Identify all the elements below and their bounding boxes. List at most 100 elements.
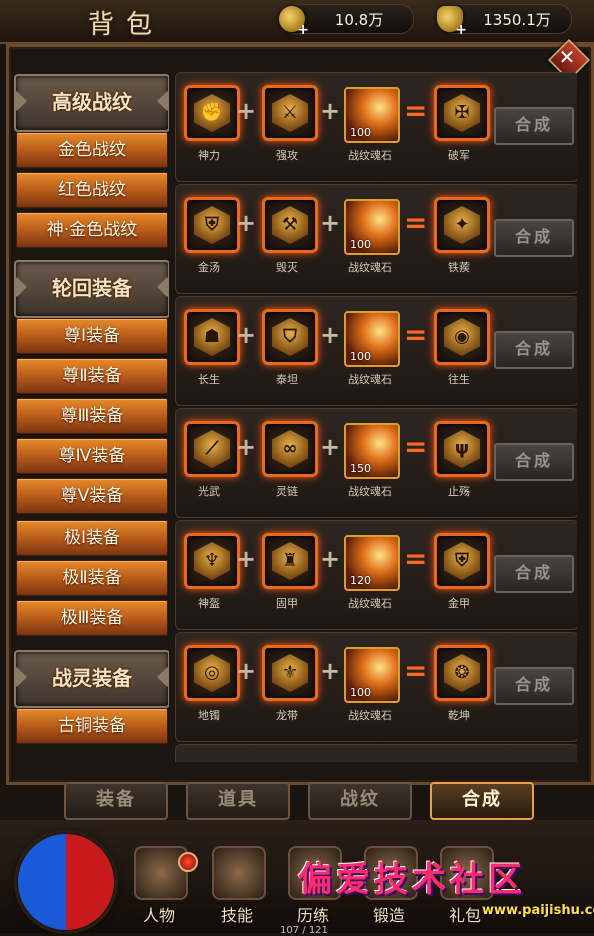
menu-item[interactable]: 尊Ⅳ装备 xyxy=(16,438,168,474)
tab-equipment[interactable]: 装备 xyxy=(64,782,168,820)
equals-icon: = xyxy=(404,654,428,687)
ingredient-label: 龙带 xyxy=(276,709,298,722)
category-header[interactable]: 战灵装备 xyxy=(14,650,169,708)
bag-tabs: 装备 道具 战纹 合成 xyxy=(0,778,594,820)
ingredient-slot[interactable]: ⟋ xyxy=(184,421,240,477)
ingredient-label: 长生 xyxy=(198,373,220,386)
exp-readout: 107 / 121 xyxy=(280,925,328,936)
synthesize-button[interactable]: 合成 xyxy=(494,443,574,481)
synthesize-button[interactable]: 合成 xyxy=(494,107,574,145)
nav-label: 锻造 xyxy=(372,906,405,925)
ingredient-slot[interactable]: ⛉ xyxy=(262,309,318,365)
result-slot[interactable]: ✠ xyxy=(434,85,490,141)
soul-stone-slot[interactable]: 150 xyxy=(344,423,400,479)
top-header: 背包 + 10.8万 + 1350.1万 xyxy=(0,0,594,44)
nav-label: 人物 xyxy=(142,906,175,925)
category-header[interactable]: 轮回装备 xyxy=(14,260,169,318)
recipe-row: ◎ + ⚜ + 100 = ❂ 地镯 龙带 战纹魂石 乾坤 合成 xyxy=(175,632,577,742)
rune-glyph: ⛨ xyxy=(205,214,219,235)
taiji-orb-icon[interactable] xyxy=(18,834,114,930)
synthesize-button[interactable]: 合成 xyxy=(494,331,574,369)
ingredient-slot[interactable]: ☗ xyxy=(184,309,240,365)
plus-icon: + xyxy=(320,209,341,237)
plus-icon: + xyxy=(236,321,257,349)
plus-icon: + xyxy=(236,97,257,125)
menu-item[interactable]: 极Ⅲ装备 xyxy=(16,600,168,636)
menu-item[interactable]: 极Ⅰ装备 xyxy=(16,520,168,556)
category-header[interactable]: 高级战纹 xyxy=(14,74,169,132)
result-slot[interactable]: ✦ xyxy=(434,197,490,253)
nav-label: 历练 xyxy=(296,906,329,925)
menu-item[interactable]: 神·金色战纹 xyxy=(16,212,168,248)
ingredient-label: 灵链 xyxy=(276,485,298,498)
ingredient-slot[interactable]: ✊ xyxy=(184,85,240,141)
result-label: 破军 xyxy=(448,149,470,162)
stone-qty: 150 xyxy=(350,462,371,475)
synthesize-button[interactable]: 合成 xyxy=(494,555,574,593)
menu-item[interactable]: 尊Ⅱ装备 xyxy=(16,358,168,394)
menu-item[interactable]: 极Ⅱ装备 xyxy=(16,560,168,596)
ingredient-slot[interactable]: ∞ xyxy=(262,421,318,477)
result-slot[interactable]: ◉ xyxy=(434,309,490,365)
equals-icon: = xyxy=(404,542,428,575)
watermark-text: 偏爱技术社区 xyxy=(298,860,526,900)
rune-glyph: ⚔ xyxy=(281,102,299,123)
recipe-row: ✊ + ⚔ + 100 = ✠ 神力 强攻 战纹魂石 破军 合成 xyxy=(175,72,577,182)
soul-stone-slot[interactable]: 100 xyxy=(344,199,400,255)
menu-item[interactable]: 红色战纹 xyxy=(16,172,168,208)
tab-synthesis[interactable]: 合成 xyxy=(430,782,534,820)
stone-qty: 120 xyxy=(350,574,371,587)
plus-icon: + xyxy=(236,209,257,237)
ingredient-slot[interactable]: ⚒ xyxy=(262,197,318,253)
result-label: 往生 xyxy=(448,373,470,386)
rune-glyph: ✠ xyxy=(454,102,470,123)
ingredient-slot[interactable]: ◎ xyxy=(184,645,240,701)
ingredient-slot[interactable]: ⚔ xyxy=(262,85,318,141)
stone-qty: 100 xyxy=(350,126,371,139)
equals-icon: = xyxy=(404,94,428,127)
menu-item[interactable]: 金色战纹 xyxy=(16,132,168,168)
plus-icon: + xyxy=(320,545,341,573)
rune-glyph: ✦ xyxy=(454,214,470,235)
menu-item[interactable]: 尊Ⅴ装备 xyxy=(16,478,168,514)
result-label: 止殇 xyxy=(448,485,470,498)
ingredient-slot[interactable]: ⛨ xyxy=(184,197,240,253)
watermark-url: www.paijishu.com xyxy=(482,903,594,918)
coin-value: 10.8万 xyxy=(334,10,384,29)
soul-stone-slot[interactable]: 100 xyxy=(344,647,400,703)
plus-icon: + xyxy=(320,321,341,349)
result-slot[interactable]: ψ xyxy=(434,421,490,477)
coin-balance[interactable]: + 10.8万 xyxy=(279,4,414,38)
soul-stone-slot[interactable]: 100 xyxy=(344,87,400,143)
bag-window: 背包 + 10.8万 + 1350.1万 ✕ 高级战纹 金色战纹 红色战纹 神·… xyxy=(0,0,594,936)
recipe-row: ⟋ + ∞ + 150 = ψ 光武 灵链 战纹魂石 止殇 合成 xyxy=(175,408,577,518)
result-slot[interactable]: ⛨ xyxy=(434,533,490,589)
ingredient-label: 神盔 xyxy=(198,597,220,610)
equals-icon: = xyxy=(404,318,428,351)
synthesize-button[interactable]: 合成 xyxy=(494,219,574,257)
ingredient-slot[interactable]: ♆ xyxy=(184,533,240,589)
ingredient-slot[interactable]: ⚜ xyxy=(262,645,318,701)
ingredient-label: 泰坦 xyxy=(276,373,298,386)
rune-glyph: ∞ xyxy=(282,438,298,459)
nav-label: 技能 xyxy=(220,906,253,925)
equals-icon: = xyxy=(404,430,428,463)
synthesize-button[interactable]: 合成 xyxy=(494,667,574,705)
rune-glyph: ◉ xyxy=(454,326,470,347)
page-title: 背包 xyxy=(88,10,165,40)
menu-item[interactable]: 尊Ⅰ装备 xyxy=(16,318,168,354)
ingot-balance[interactable]: + 1350.1万 xyxy=(437,4,572,38)
plus-icon: + xyxy=(320,433,341,461)
menu-item[interactable]: 尊Ⅲ装备 xyxy=(16,398,168,434)
soul-stone-slot[interactable]: 100 xyxy=(344,311,400,367)
ingredient-label: 强攻 xyxy=(276,149,298,162)
close-icon[interactable]: ✕ xyxy=(550,41,584,75)
soul-stone-slot[interactable]: 120 xyxy=(344,535,400,591)
tab-runes[interactable]: 战纹 xyxy=(308,782,412,820)
ingredient-slot[interactable]: ♜ xyxy=(262,533,318,589)
nav-skills[interactable]: 技能 xyxy=(204,846,270,926)
tab-items[interactable]: 道具 xyxy=(186,782,290,820)
menu-item[interactable]: 古铜装备 xyxy=(16,708,168,744)
result-slot[interactable]: ❂ xyxy=(434,645,490,701)
result-label: 金甲 xyxy=(448,597,470,610)
